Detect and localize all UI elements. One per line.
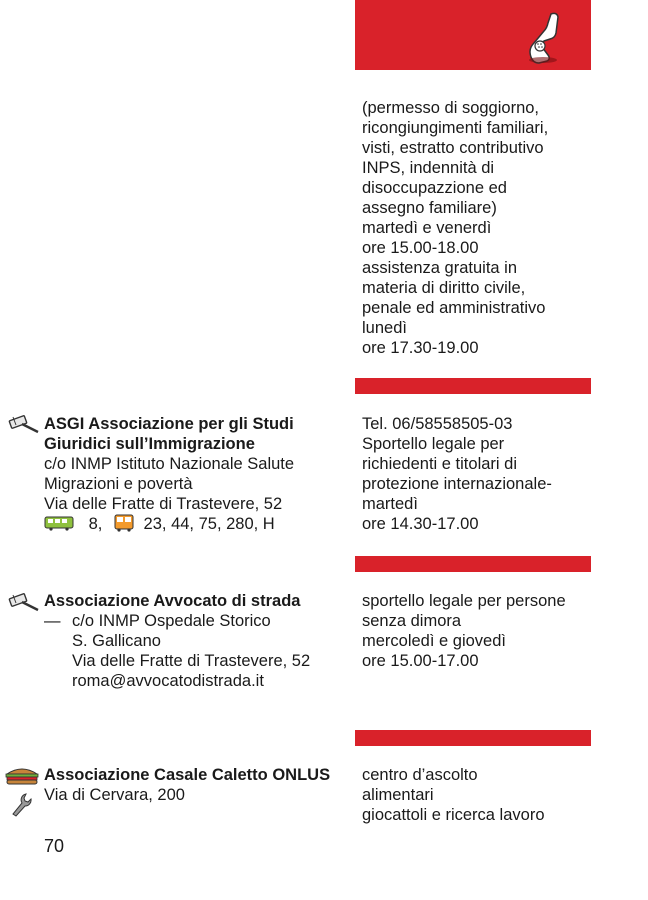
entry-avvocato: Associazione Avvocato di strada — c/o IN…: [44, 591, 354, 691]
entry-name: Giuridici sull’Immigrazione: [44, 435, 255, 453]
sandwich-icon: [5, 768, 39, 785]
info-line: alimentari: [362, 786, 434, 804]
entry-casale: Associazione Casale Caletto ONLUS Via di…: [44, 765, 354, 805]
info-line: assegno familiare): [362, 199, 497, 217]
tram-icon: [44, 516, 74, 531]
telephone-icon: [529, 12, 559, 64]
entry-name: ASGI Associazione per gli Studi: [44, 415, 294, 433]
info-line: giocattoli e ricerca lavoro: [362, 806, 545, 824]
info-line: martedì: [362, 495, 418, 513]
info-line: mercoledì e giovedì: [362, 632, 506, 650]
info-line: disoccupazzione ed: [362, 179, 507, 197]
bus-lines: 23, 44, 75, 280, H: [143, 515, 275, 533]
address-text: c/o INMP Ospedale Storico: [72, 612, 271, 630]
entry-asgi-info: Tel. 06/58558505-03 Sportello legale per…: [362, 414, 602, 534]
info-line: visti, estratto contributivo: [362, 139, 544, 157]
legal-hammer-icon: [8, 593, 39, 612]
info-line: protezione internazionale-: [362, 475, 552, 493]
dash: —: [44, 612, 61, 630]
tram-lines: 8,: [88, 515, 103, 533]
info-line: lunedì: [362, 319, 407, 337]
page-number: 70: [44, 836, 65, 856]
info-line: materia di diritto civile,: [362, 279, 526, 297]
transport-line: 8, 23, 44, 75, 280, H: [44, 514, 354, 534]
info-line: Sportello legale per: [362, 435, 505, 453]
address-line: c/o INMP Istituto Nazionale Salute: [44, 455, 295, 473]
info-line: ore 15.00-17.00: [362, 652, 479, 670]
info-line: Tel. 06/58558505-03: [362, 415, 513, 433]
info-line: ore 17.30-19.00: [362, 339, 479, 357]
address-line: S. Gallicano: [72, 632, 161, 650]
info-line: assistenza gratuita in: [362, 259, 518, 277]
info-line: ricongiungimenti familiari,: [362, 119, 549, 137]
info-line: ore 15.00-18.00: [362, 239, 479, 257]
separator-bar: [355, 730, 591, 746]
entry-asgi: ASGI Associazione per gli Studi Giuridic…: [44, 414, 354, 534]
header-bar: [355, 0, 591, 70]
info-line: centro d’ascolto: [362, 766, 478, 784]
info-line: senza dimora: [362, 612, 462, 630]
entry-name: Associazione Avvocato di strada: [44, 592, 301, 610]
info-line: ore 14.30-17.00: [362, 515, 479, 533]
separator-bar: [355, 378, 591, 394]
entry-avvocato-info: sportello legale per persone senza dimor…: [362, 591, 602, 671]
info-line: penale ed amministrativo: [362, 299, 546, 317]
address-line: Migrazioni e povertà: [44, 475, 193, 493]
info-line: sportello legale per persone: [362, 592, 566, 610]
info-line: richiedenti e titolari di: [362, 455, 517, 473]
address-line: Via di Cervara, 200: [44, 786, 185, 804]
wrench-icon: [12, 793, 32, 817]
separator-bar: [355, 556, 591, 572]
address-line: — c/o INMP Ospedale Storico: [44, 611, 354, 631]
top-info-block: (permesso di soggiorno, ricongiungimenti…: [362, 98, 602, 358]
address-line: Via delle Fratte di Trastevere, 52: [44, 495, 283, 513]
entry-name: Associazione Casale Caletto ONLUS: [44, 766, 331, 784]
entry-casale-info: centro d’ascolto alimentari giocattoli e…: [362, 765, 602, 825]
legal-hammer-icon: [8, 415, 39, 434]
info-line: INPS, indennità di: [362, 159, 495, 177]
info-line: martedì e venerdì: [362, 219, 492, 237]
address-line: Via delle Fratte di Trastevere, 52: [72, 652, 311, 670]
info-line: (permesso di soggiorno,: [362, 99, 540, 117]
bus-icon: [114, 514, 134, 532]
email-link[interactable]: roma@avvocatodistrada.it: [44, 671, 354, 691]
